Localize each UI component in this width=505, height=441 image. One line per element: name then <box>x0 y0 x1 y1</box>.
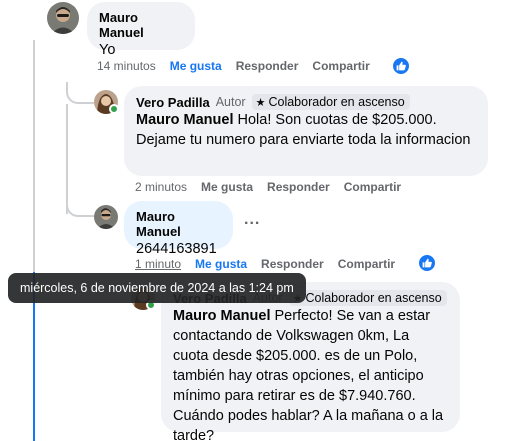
mention-link[interactable]: Mauro Manuel <box>136 112 233 128</box>
avatar-photo-icon <box>94 205 118 229</box>
reply-button[interactable]: Responder <box>267 180 330 194</box>
online-status-icon <box>109 104 119 114</box>
reaction-count-badge[interactable] <box>418 254 436 272</box>
like-button[interactable]: Me gusta <box>201 180 253 194</box>
comment-author[interactable]: Mauro Manuel <box>99 10 183 40</box>
comment-bubble: Mauro Manuel 2644163891 <box>124 201 233 257</box>
comment-text: Mauro Manuel Hola! Son cuotas de $205.00… <box>136 110 476 150</box>
thumbs-up-icon <box>422 258 432 268</box>
share-button[interactable]: Compartir <box>312 59 369 73</box>
star-icon: ★ <box>255 96 266 109</box>
reply-button[interactable]: Responder <box>236 59 299 73</box>
comment-author[interactable]: Vero Padilla <box>136 95 210 110</box>
comment-header: Vero Padilla Autor ★Colaborador en ascen… <box>136 94 476 110</box>
badge-label: Colaborador en ascenso <box>268 95 405 109</box>
comment-actions: 2 minutos Me gusta Responder Compartir <box>135 180 401 194</box>
comment-text: 2644163891 <box>136 241 217 257</box>
like-button[interactable]: Me gusta <box>195 257 247 271</box>
comment-timestamp[interactable]: 2 minutos <box>135 180 187 194</box>
more-options-icon[interactable]: ... <box>244 211 260 229</box>
comment-text: Mauro Manuel Perfecto! Se van a estar co… <box>173 306 448 441</box>
author-role: Autor <box>215 95 246 109</box>
comment-bubble: Mauro Manuel Yo <box>87 2 195 58</box>
like-button[interactable]: Me gusta <box>170 59 222 73</box>
comment-author[interactable]: Mauro Manuel <box>136 209 221 239</box>
contributor-badge[interactable]: ★Colaborador en ascenso <box>288 290 447 306</box>
comment-body: Perfecto! Se van a estar contactando de … <box>173 308 444 441</box>
badge-label: Colaborador en ascenso <box>305 291 442 305</box>
share-button[interactable]: Compartir <box>338 257 395 271</box>
reaction-count-badge[interactable] <box>392 57 410 75</box>
avatar-photo-icon <box>47 2 79 34</box>
mention-link[interactable]: Mauro Manuel <box>173 308 270 324</box>
contributor-badge[interactable]: ★Colaborador en ascenso <box>251 94 410 110</box>
comment-text: Yo <box>99 42 116 58</box>
timestamp-tooltip: miércoles, 6 de noviembre de 2024 a las … <box>8 273 306 303</box>
reply-button[interactable]: Responder <box>261 257 324 271</box>
comment-bubble: Vero Padilla Autor ★Colaborador en ascen… <box>161 282 460 441</box>
share-button[interactable]: Compartir <box>344 180 401 194</box>
comment-actions: 14 minutos Me gusta Responder Compartir <box>97 59 370 73</box>
comment-bubble: Vero Padilla Autor ★Colaborador en ascen… <box>124 86 488 176</box>
avatar[interactable] <box>47 2 79 34</box>
thread-connector <box>66 82 94 104</box>
comment-timestamp[interactable]: 1 minuto <box>135 257 181 271</box>
comment-timestamp[interactable]: 14 minutos <box>97 59 156 73</box>
avatar[interactable] <box>94 205 118 229</box>
thumbs-up-icon <box>396 61 406 71</box>
thread-connector <box>66 195 94 217</box>
comment-actions: 1 minuto Me gusta Responder Compartir <box>135 257 395 271</box>
